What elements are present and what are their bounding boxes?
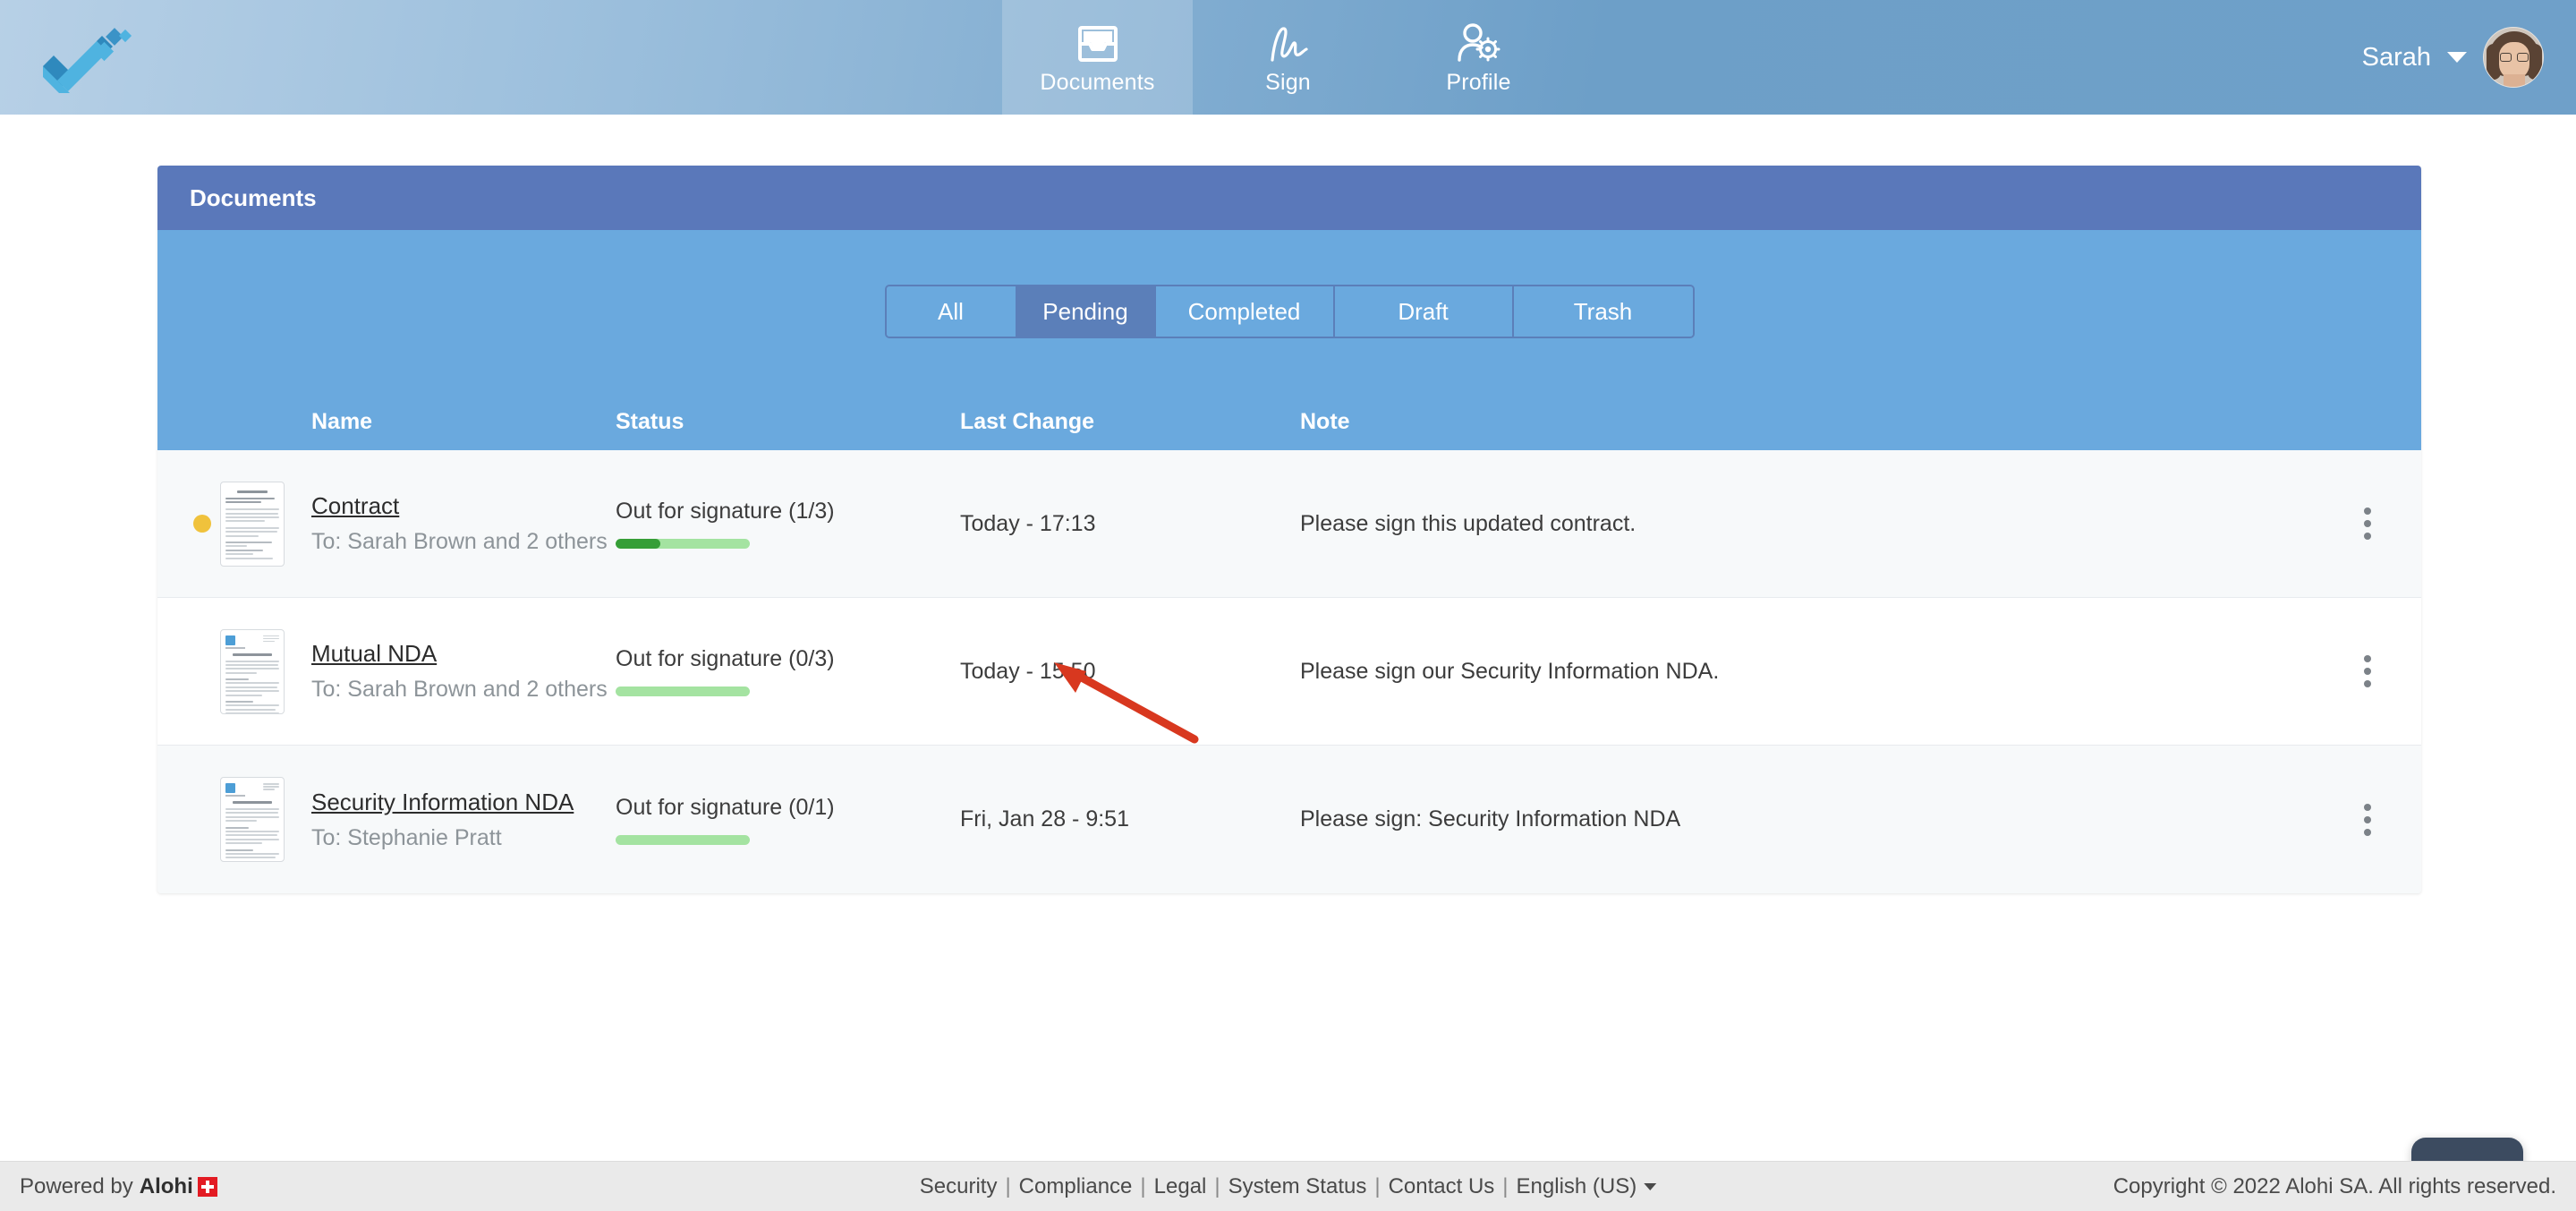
document-name-cell: Contract To: Sarah Brown and 2 others (311, 492, 616, 555)
footer-link-system-status[interactable]: System Status (1228, 1174, 1367, 1199)
last-change-cell: Today - 15:50 (960, 658, 1096, 684)
alohi-checkmark-logo[interactable] (36, 20, 134, 95)
document-thumbnail[interactable] (220, 481, 285, 567)
document-name-cell: Security Information NDA To: Stephanie P… (311, 789, 616, 851)
footer-link-legal[interactable]: Legal (1154, 1174, 1207, 1199)
page-body: Documents All Pending Completed Draft Tr… (0, 115, 2576, 1211)
footer-separator: | (1005, 1173, 1011, 1198)
alohi-brand-label: Alohi (139, 1173, 193, 1198)
nav-item-documents[interactable]: Documents (1002, 0, 1193, 115)
chevron-down-icon[interactable] (2447, 52, 2467, 63)
column-header-name: Name (311, 408, 373, 434)
footer-separator: | (1214, 1173, 1220, 1198)
card-header: Documents (157, 166, 2421, 230)
last-change-cell: Today - 17:13 (960, 510, 1096, 536)
column-header-status: Status (616, 408, 684, 434)
footer-links: Security | Compliance | Legal | System S… (920, 1174, 1657, 1199)
tab-draft[interactable]: Draft (1334, 286, 1514, 337)
copyright-label: Copyright © 2022 Alohi SA. All rights re… (2113, 1173, 2556, 1198)
document-link[interactable]: Security Information NDA (311, 789, 574, 816)
tab-pending[interactable]: Pending (1016, 286, 1156, 337)
last-change-cell: Fri, Jan 28 - 9:51 (960, 806, 1129, 831)
column-header-note: Note (1300, 408, 1350, 434)
page-footer: Powered by Alohi Security | Compliance |… (0, 1161, 2576, 1211)
tab-trash[interactable]: Trash (1513, 286, 1693, 337)
table-row[interactable]: Contract To: Sarah Brown and 2 others Ou… (157, 450, 2421, 598)
row-menu-icon[interactable] (2364, 655, 2371, 687)
documents-card: Documents All Pending Completed Draft Tr… (157, 166, 2421, 893)
document-recipients: To: Sarah Brown and 2 others (311, 677, 608, 702)
row-actions-cell (2314, 803, 2421, 836)
table-header: Name Status Last Change Note (157, 393, 2421, 450)
table-row[interactable]: Security Information NDA To: Stephanie P… (157, 746, 2421, 893)
person-gear-icon (1456, 19, 1502, 64)
main-nav: Documents Sign Profile (1002, 0, 1574, 115)
document-recipients: To: Stephanie Pratt (311, 824, 502, 850)
document-link[interactable]: Contract (311, 492, 399, 520)
document-status-cell: Out for signature (0/3) (616, 646, 960, 696)
document-recipients: To: Sarah Brown and 2 others (311, 529, 608, 554)
document-thumbnail[interactable] (220, 777, 285, 862)
nav-item-profile[interactable]: Profile (1383, 0, 1574, 115)
user-name-label: Sarah (2361, 42, 2431, 72)
nav-label-documents: Documents (1040, 70, 1155, 95)
signature-progress-bar (616, 834, 750, 845)
row-actions-cell (2314, 655, 2421, 687)
nav-label-profile: Profile (1446, 70, 1511, 95)
row-menu-icon[interactable] (2364, 507, 2371, 540)
document-thumbnail-cell (220, 628, 311, 714)
column-header-last-change: Last Change (960, 408, 1095, 434)
signature-progress-bar (616, 539, 750, 549)
document-thumbnail[interactable] (220, 628, 285, 714)
filter-bar: All Pending Completed Draft Trash (157, 230, 2421, 393)
status-badge (193, 515, 211, 533)
note-cell: Please sign our Security Information NDA… (1300, 658, 1720, 684)
footer-link-security[interactable]: Security (920, 1174, 998, 1199)
row-menu-icon[interactable] (2364, 803, 2371, 836)
note-cell: Please sign: Security Information NDA (1300, 806, 1681, 831)
status-filter-tabs: All Pending Completed Draft Trash (884, 285, 1695, 338)
status-label: Out for signature (0/1) (616, 794, 835, 820)
logo-zone (0, 0, 1002, 115)
unread-indicator-cell (157, 515, 220, 533)
footer-separator: | (1502, 1173, 1509, 1198)
footer-separator: | (1374, 1173, 1381, 1198)
row-actions-cell (2314, 507, 2421, 540)
nav-item-sign[interactable]: Sign (1193, 0, 1383, 115)
language-selector[interactable]: English (US) (1517, 1174, 1637, 1199)
powered-by-label: Powered by (20, 1173, 133, 1198)
signature-icon (1265, 19, 1312, 64)
avatar[interactable] (2483, 27, 2544, 88)
page-title: Documents (190, 183, 317, 211)
swiss-flag-icon (197, 1176, 217, 1197)
footer-link-compliance[interactable]: Compliance (1019, 1174, 1133, 1199)
tab-completed[interactable]: Completed (1155, 286, 1335, 337)
document-thumbnail-cell (220, 481, 311, 567)
nav-label-sign: Sign (1265, 70, 1311, 95)
tab-all[interactable]: All (886, 286, 1017, 337)
user-menu[interactable]: Sarah (1574, 0, 2576, 115)
document-status-cell: Out for signature (1/3) (616, 499, 960, 549)
chevron-down-icon[interactable] (1644, 1182, 1657, 1190)
document-link[interactable]: Mutual NDA (311, 640, 437, 668)
thumbnail-bar-chart (225, 563, 279, 566)
inbox-tray-icon (1076, 19, 1119, 64)
document-thumbnail-cell (220, 777, 311, 862)
note-cell: Please sign this updated contract. (1300, 510, 1637, 536)
table-row[interactable]: Mutual NDA To: Sarah Brown and 2 others … (157, 598, 2421, 746)
top-navigation-bar: Documents Sign Profile Sarah (0, 0, 2576, 115)
footer-link-contact-us[interactable]: Contact Us (1389, 1174, 1495, 1199)
document-name-cell: Mutual NDA To: Sarah Brown and 2 others (311, 640, 616, 703)
powered-by-block: Powered by Alohi (20, 1174, 217, 1199)
signature-progress-bar (616, 687, 750, 696)
footer-separator: | (1140, 1173, 1146, 1198)
status-label: Out for signature (0/3) (616, 646, 835, 671)
status-label: Out for signature (1/3) (616, 499, 835, 524)
document-status-cell: Out for signature (0/1) (616, 795, 960, 845)
